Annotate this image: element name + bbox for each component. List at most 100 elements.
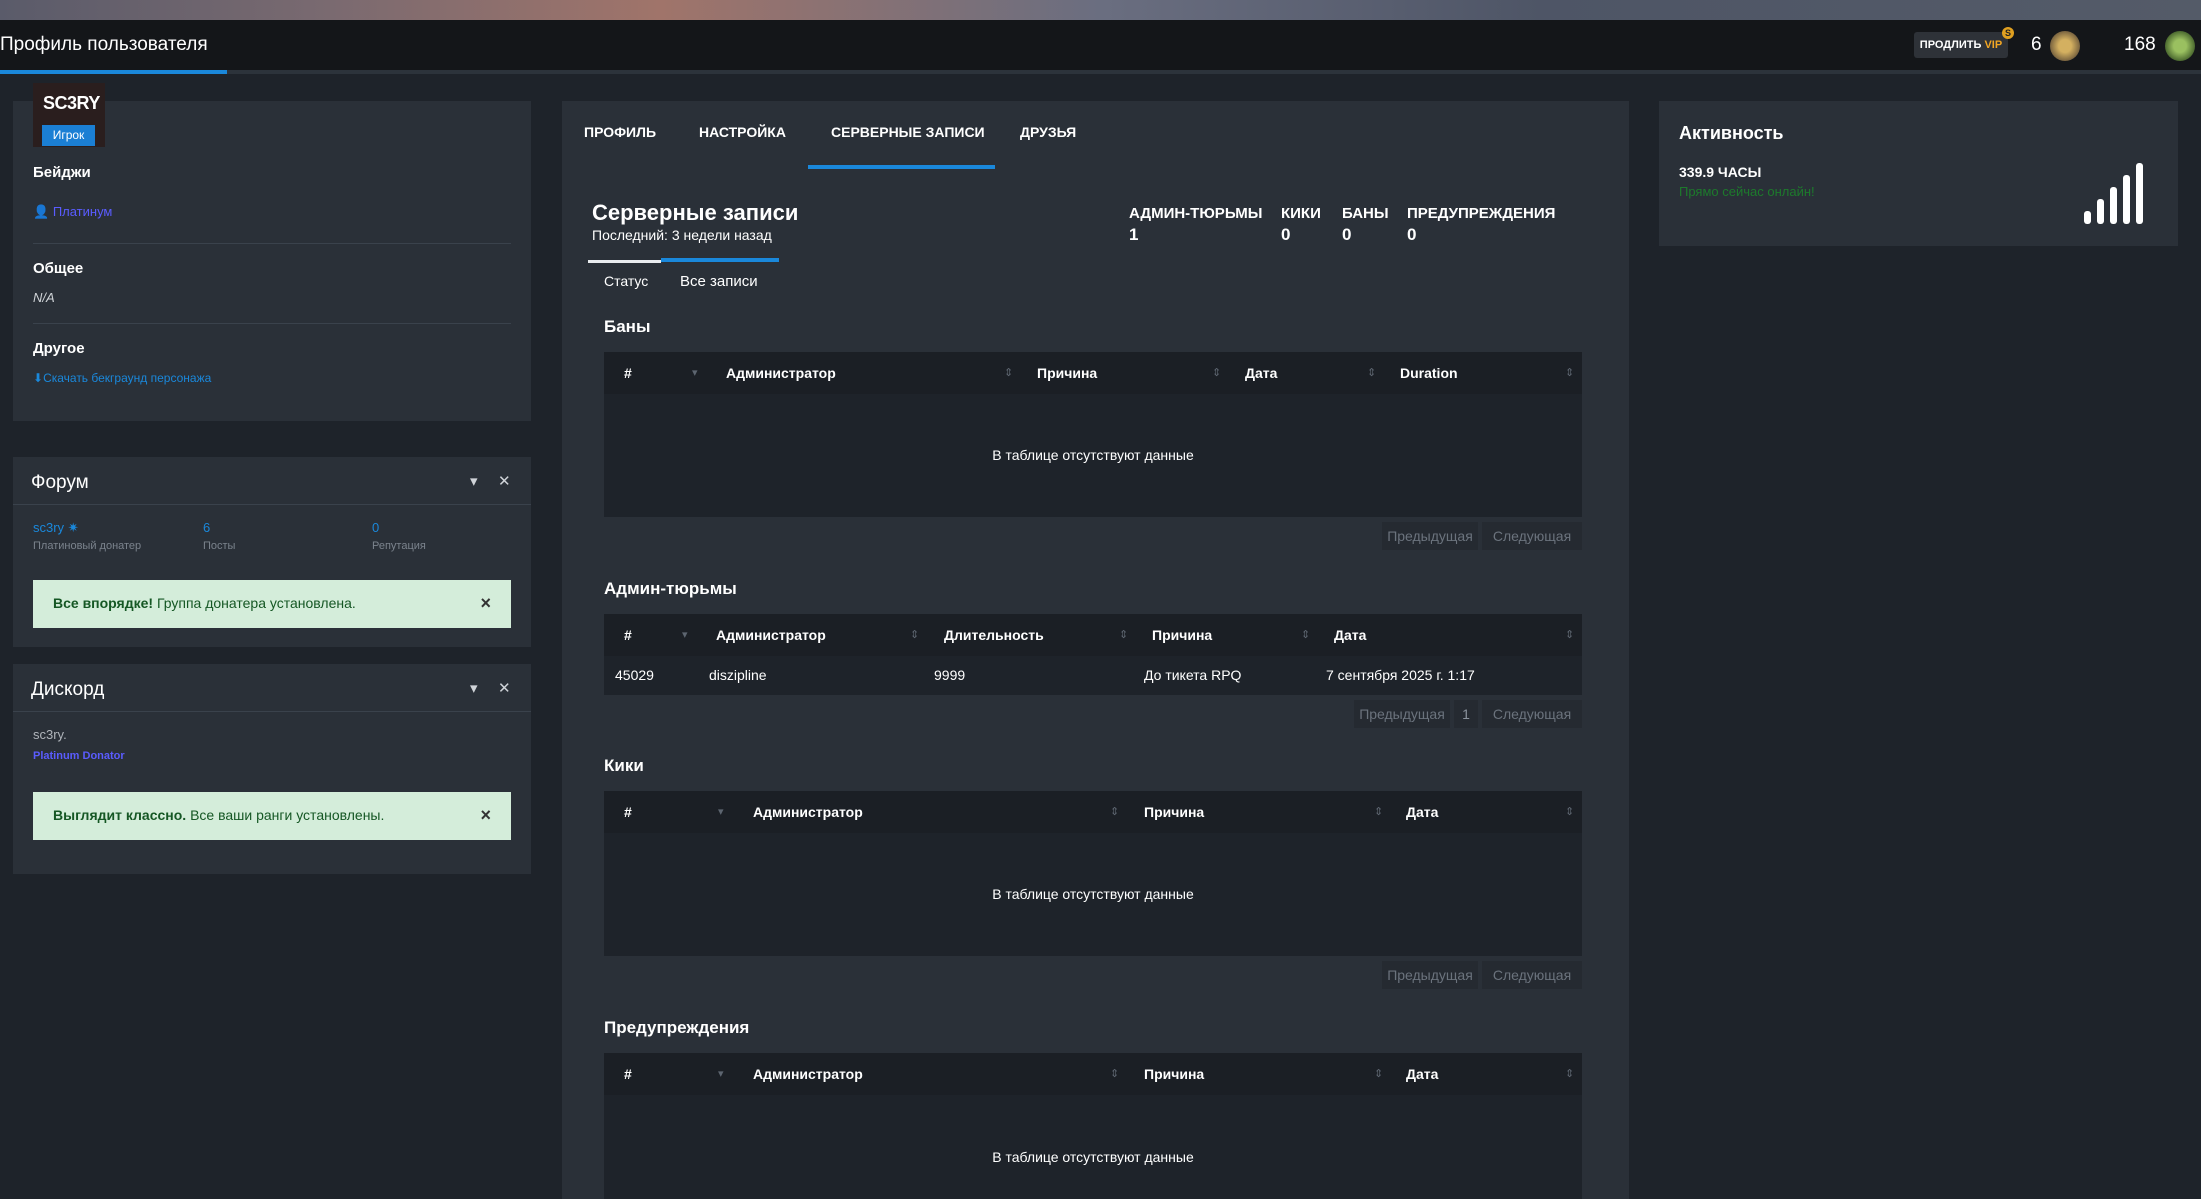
alert-close-icon[interactable]: × — [480, 805, 491, 826]
forum-user-caption: Платиновый донатер — [33, 540, 142, 552]
sort-icon[interactable]: ⇕ — [1119, 628, 1128, 641]
close-icon[interactable]: ✕ — [498, 679, 511, 697]
column-header[interactable]: Причина — [1152, 627, 1212, 643]
next-page-button[interactable]: Следующая — [1482, 522, 1582, 550]
next-page-button[interactable]: Следующая — [1482, 700, 1582, 728]
subtab-all-records[interactable]: Все записи — [680, 273, 758, 290]
tab-server-records[interactable]: СЕРВЕРНЫЕ ЗАПИСИ — [831, 124, 985, 140]
signal-bar — [2097, 199, 2104, 224]
discord-title: Дискорд — [31, 679, 105, 700]
column-header[interactable]: # — [624, 1066, 632, 1082]
cell-reason: До тикета RPQ — [1144, 667, 1242, 683]
rank-medal-icon[interactable] — [2050, 31, 2080, 61]
reputation-value[interactable]: 0 — [372, 520, 379, 535]
subtab-all-underline — [661, 258, 779, 262]
sort-icon[interactable]: ⇕ — [1374, 805, 1383, 818]
sort-icon[interactable]: ⇕ — [1110, 805, 1119, 818]
stat-warnings-label: ПРЕДУПРЕЖДЕНИЯ — [1407, 205, 1556, 222]
subtab-status-underline — [588, 260, 661, 263]
bans-title: Баны — [604, 317, 651, 336]
sort-icon[interactable]: ▾ — [718, 1067, 724, 1080]
subtab-status[interactable]: Статус — [604, 273, 648, 289]
forum-user-link[interactable]: sc3ry ✷ — [33, 520, 79, 536]
column-header[interactable]: # — [624, 365, 632, 381]
empty-table-message: В таблице отсутствуют данные — [992, 886, 1194, 902]
sort-icon[interactable]: ⇕ — [1004, 366, 1013, 379]
sort-icon[interactable]: ⇕ — [1565, 805, 1574, 818]
sort-icon[interactable]: ⇕ — [1110, 1067, 1119, 1080]
alert-message: Выглядит классно. Все ваши ранги установ… — [53, 807, 384, 823]
column-header[interactable]: Дата — [1406, 804, 1438, 820]
empty-table-message: В таблице отсутствуют данные — [992, 447, 1194, 463]
sort-icon[interactable]: ▾ — [718, 805, 724, 818]
column-header[interactable]: # — [624, 627, 632, 643]
column-header[interactable]: Администратор — [726, 365, 836, 381]
column-header[interactable]: # — [624, 804, 632, 820]
jails-table: # ▾ Администратор ⇕ Длительность ⇕ Причи… — [604, 614, 1582, 695]
extend-vip-button[interactable]: ПРОДЛИТЬ VIP — [1914, 32, 2008, 58]
warnings-title: Предупреждения — [604, 1018, 750, 1037]
sort-icon[interactable]: ⇕ — [1212, 366, 1221, 379]
tab-settings[interactable]: НАСТРОЙКА — [699, 124, 786, 140]
activity-hours: 339.9 ЧАСЫ — [1679, 164, 1762, 180]
column-header[interactable]: Причина — [1144, 804, 1204, 820]
header-banner-image — [0, 0, 2201, 20]
column-header[interactable]: Причина — [1037, 365, 1097, 381]
sort-icon[interactable]: ⇕ — [1565, 1067, 1574, 1080]
prev-page-button[interactable]: Предыдущая — [1382, 961, 1478, 989]
column-header[interactable]: Администратор — [753, 804, 863, 820]
column-header[interactable]: Администратор — [753, 1066, 863, 1082]
column-header[interactable]: Дата — [1334, 627, 1366, 643]
general-title: Общее — [33, 260, 84, 277]
next-page-button[interactable]: Следующая — [1482, 961, 1582, 989]
stat-kicks-value: 0 — [1281, 225, 1291, 244]
collapse-icon[interactable]: ▾ — [470, 472, 478, 490]
sort-icon[interactable]: ⇕ — [910, 628, 919, 641]
posts-value[interactable]: 6 — [203, 520, 210, 535]
page-number-button[interactable]: 1 — [1454, 700, 1478, 728]
column-header[interactable]: Администратор — [716, 627, 826, 643]
badge-platinum[interactable]: 👤 Платинум — [33, 204, 112, 220]
sort-icon[interactable]: ▾ — [692, 366, 698, 379]
user-avatar-icon[interactable] — [2165, 31, 2195, 61]
sort-icon[interactable]: ▾ — [682, 628, 688, 641]
records-title: Серверные записи — [592, 200, 799, 225]
discord-username: sc3ry. — [33, 727, 67, 742]
column-header[interactable]: Duration — [1400, 365, 1458, 381]
discord-rank: Platinum Donator — [33, 750, 125, 762]
signal-bar — [2084, 211, 2091, 224]
collapse-icon[interactable]: ▾ — [470, 679, 478, 697]
discord-success-alert: Выглядит классно. Все ваши ранги установ… — [33, 792, 511, 840]
tab-profile[interactable]: ПРОФИЛЬ — [584, 124, 656, 140]
download-background-link[interactable]: ⬇Скачать бекграунд персонажа — [33, 371, 211, 385]
column-header[interactable]: Причина — [1144, 1066, 1204, 1082]
kicks-table: # ▾ Администратор ⇕ Причина ⇕ Дата ⇕ В т… — [604, 791, 1582, 956]
sort-icon[interactable]: ⇕ — [1565, 628, 1574, 641]
tab-friends[interactable]: ДРУЗЬЯ — [1020, 124, 1076, 140]
column-header[interactable]: Дата — [1245, 365, 1277, 381]
column-header[interactable]: Дата — [1406, 1066, 1438, 1082]
sort-icon[interactable]: ⇕ — [1367, 366, 1376, 379]
sort-icon[interactable]: ⇕ — [1565, 366, 1574, 379]
column-header[interactable]: Длительность — [944, 627, 1044, 643]
verified-icon: ✷ — [67, 520, 79, 535]
online-status: Прямо сейчас онлайн! — [1679, 184, 1815, 199]
alert-close-icon[interactable]: × — [480, 593, 491, 614]
close-icon[interactable]: ✕ — [498, 472, 511, 490]
discord-header: Дискорд ▾ ✕ — [13, 664, 531, 712]
forum-success-alert: Все впорядке! Группа донатера установлен… — [33, 580, 511, 628]
signal-bar — [2110, 187, 2117, 224]
prev-page-button[interactable]: Предыдущая — [1382, 522, 1478, 550]
warnings-table: # ▾ Администратор ⇕ Причина ⇕ Дата ⇕ В т… — [604, 1053, 1582, 1199]
signal-bar — [2136, 163, 2143, 224]
records-last: Последний: 3 недели назад — [592, 227, 772, 243]
role-badge: Игрок — [42, 125, 95, 146]
top-bar: Профиль пользователя ПРОДЛИТЬ VIP S 6 16… — [0, 20, 2201, 74]
prev-page-button[interactable]: Предыдущая — [1354, 700, 1450, 728]
sort-icon[interactable]: ⇕ — [1301, 628, 1310, 641]
cell-date: 7 сентября 2025 г. 1:17 — [1326, 667, 1475, 683]
forum-panel: Форум ▾ ✕ sc3ry ✷ Платиновый донатер 6 П… — [13, 457, 531, 647]
activity-title: Активность — [1679, 123, 1784, 143]
sort-icon[interactable]: ⇕ — [1374, 1067, 1383, 1080]
divider — [33, 243, 511, 244]
